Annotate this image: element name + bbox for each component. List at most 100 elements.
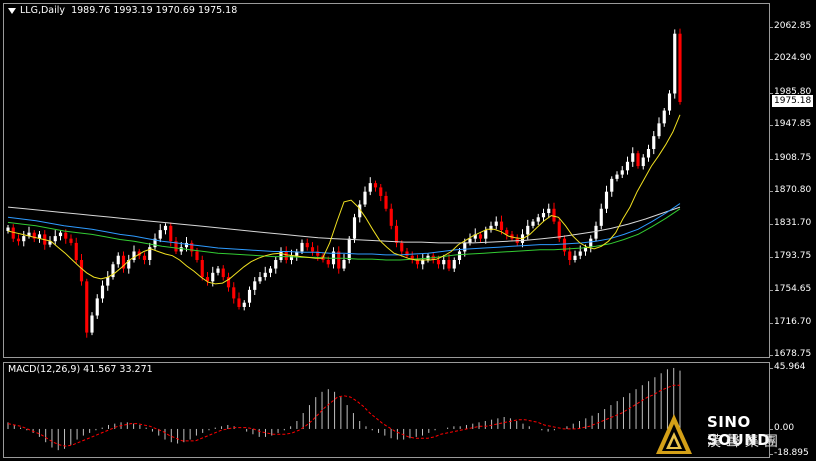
- candle-down: [447, 259, 451, 269]
- candle-down: [636, 153, 640, 167]
- candle-up: [667, 93, 672, 111]
- candle-down: [237, 298, 241, 307]
- price-tick-label: 2062.85: [769, 21, 812, 31]
- candle-up: [463, 242, 467, 252]
- symbol-header: LLG,Daily 1989.76 1993.19 1970.69 1975.1…: [8, 5, 237, 16]
- candle-down: [552, 208, 556, 222]
- candle-up: [253, 281, 257, 290]
- price-tick-label: 1831.70: [769, 218, 812, 229]
- candle-up: [258, 277, 262, 282]
- candle-up: [179, 247, 183, 252]
- candle-up: [263, 272, 267, 278]
- candle-up: [116, 255, 120, 265]
- candle-down: [142, 255, 147, 260]
- price-tick-label: 1754.65: [769, 284, 812, 295]
- candle-up: [599, 208, 603, 226]
- candle-up: [494, 221, 498, 226]
- candle-up: [589, 238, 593, 248]
- candle-up: [242, 302, 246, 307]
- candle-down: [169, 225, 173, 242]
- candle-up: [673, 33, 677, 94]
- candle-up: [22, 236, 26, 242]
- candle-up: [216, 268, 220, 273]
- candle-down: [74, 242, 78, 260]
- candle-up: [300, 242, 304, 252]
- price-tick-label: 1947.85: [769, 119, 812, 130]
- candle-up: [662, 110, 666, 124]
- macd-tick-label: 45.964: [770, 362, 806, 372]
- candle-up: [247, 289, 252, 303]
- candle-up: [352, 217, 357, 239]
- candle-up: [442, 259, 446, 265]
- candle-down: [478, 234, 483, 239]
- candle-down: [568, 251, 572, 260]
- candle-down: [326, 259, 330, 265]
- candle-up: [95, 298, 99, 316]
- last-price-tag: 1975.18: [772, 95, 814, 107]
- symbol-title: LLG,Daily: [20, 5, 66, 16]
- candle-up: [58, 232, 63, 237]
- candle-up: [594, 225, 598, 239]
- candle-up: [484, 230, 488, 239]
- candle-down: [305, 242, 309, 248]
- candle-up: [268, 268, 273, 273]
- ohlc-values: 1989.76 1993.19 1970.69 1975.18: [71, 5, 238, 16]
- price-tick-label: 2024.90: [769, 53, 812, 64]
- macd-title: MACD(12,26,9) 41.567 33.271: [8, 364, 153, 375]
- candle-up: [657, 123, 661, 137]
- candle-up: [604, 191, 609, 209]
- candle-down: [379, 187, 383, 196]
- candle-up: [53, 236, 57, 242]
- candle-up: [100, 285, 105, 299]
- ma-mid-line: [7, 203, 681, 256]
- candle-down: [389, 208, 393, 226]
- candle-up: [163, 225, 168, 231]
- candle-down: [499, 221, 504, 231]
- dropdown-triangle-icon[interactable]: [8, 7, 16, 14]
- candle-up: [631, 153, 635, 162]
- price-tick-label: 1908.75: [769, 152, 812, 163]
- candle-up: [541, 213, 546, 218]
- candle-up: [526, 225, 530, 235]
- candle-down: [405, 251, 409, 256]
- candle-up: [363, 191, 367, 205]
- candle-down: [221, 268, 225, 278]
- candle-up: [578, 251, 582, 256]
- candle-up: [641, 157, 645, 167]
- candle-down: [69, 238, 73, 243]
- candle-up: [106, 277, 110, 286]
- candle-down: [557, 221, 561, 239]
- candle-down: [16, 238, 21, 242]
- candle-up: [158, 230, 162, 239]
- candle-up: [368, 183, 372, 192]
- macd-signal-line: [7, 384, 680, 447]
- candle-down: [232, 287, 236, 299]
- chart-plot-area: [6, 28, 682, 451]
- candle-up: [457, 251, 462, 260]
- candle-down: [505, 230, 509, 235]
- candle-down: [415, 259, 420, 265]
- candle-up: [342, 259, 346, 269]
- candle-down: [195, 251, 199, 260]
- candle-up: [573, 255, 577, 260]
- candle-up: [90, 315, 94, 333]
- candle-up: [620, 170, 624, 175]
- trading-chart-window[interactable]: LLG,Daily 1989.76 1993.19 1970.69 1975.1…: [0, 0, 816, 461]
- price-tick-label: 1870.80: [769, 185, 812, 195]
- candle-down: [384, 195, 388, 209]
- logo-name-cn: 漢聲集團: [707, 434, 783, 450]
- candle-down: [394, 225, 399, 243]
- candle-up: [536, 217, 540, 222]
- candle-down: [11, 227, 15, 239]
- candle-up: [421, 259, 425, 265]
- candle-up: [531, 221, 535, 226]
- candle-up: [547, 208, 551, 214]
- candle-up: [6, 227, 10, 231]
- candle-down: [373, 183, 378, 188]
- candle-up: [274, 259, 278, 269]
- candle-down: [284, 251, 288, 260]
- candle-up: [347, 238, 351, 260]
- candle-down: [436, 259, 441, 265]
- candle-up: [468, 238, 472, 243]
- candle-up: [132, 251, 136, 260]
